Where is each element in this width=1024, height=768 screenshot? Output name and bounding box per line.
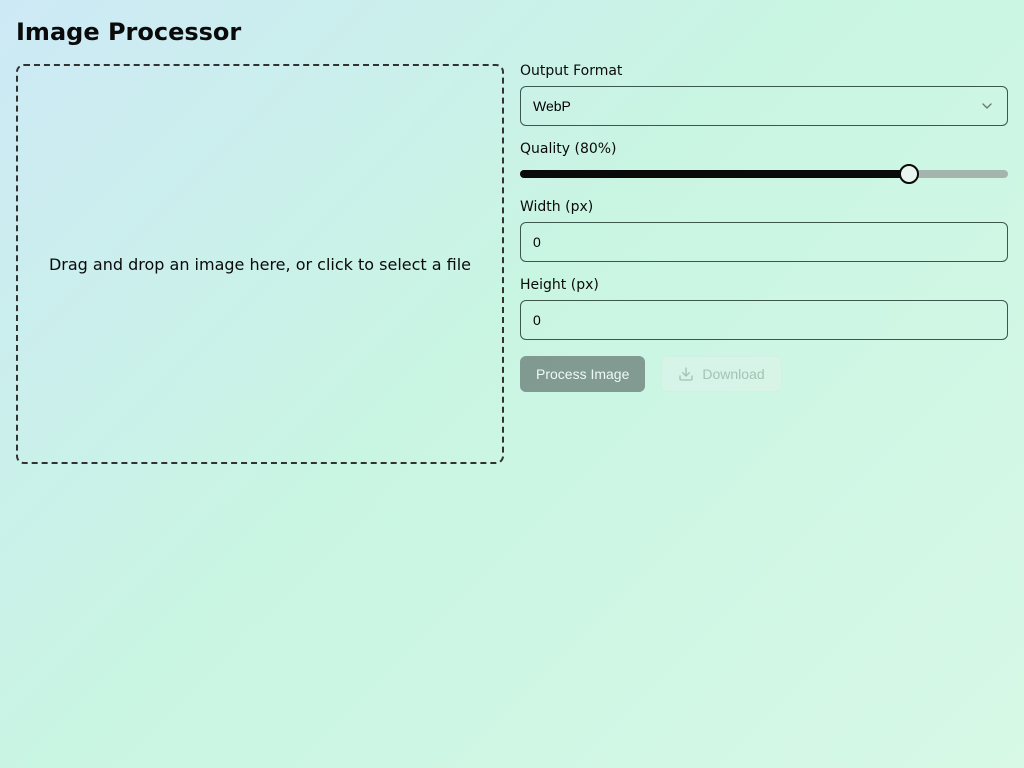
width-label: Width (px) xyxy=(520,200,1008,214)
process-button[interactable]: Process Image xyxy=(520,356,645,392)
slider-track xyxy=(520,170,1008,178)
chevron-down-icon xyxy=(979,98,995,114)
download-button-label: Download xyxy=(702,366,764,382)
format-field: Output Format WebP xyxy=(520,64,1008,126)
download-button[interactable]: Download xyxy=(661,356,781,392)
format-selected-value: WebP xyxy=(533,98,571,114)
height-input[interactable] xyxy=(520,300,1008,340)
slider-range xyxy=(520,170,909,178)
controls-panel: Output Format WebP Quality (80%) Width (… xyxy=(520,64,1008,464)
format-select[interactable]: WebP xyxy=(520,86,1008,126)
quality-slider[interactable] xyxy=(520,164,1008,184)
height-field: Height (px) xyxy=(520,278,1008,340)
width-field: Width (px) xyxy=(520,200,1008,262)
image-dropzone[interactable]: Drag and drop an image here, or click to… xyxy=(16,64,504,464)
slider-thumb[interactable] xyxy=(899,164,919,184)
process-button-label: Process Image xyxy=(536,366,629,382)
quality-field: Quality (80%) xyxy=(520,142,1008,184)
main-grid: Drag and drop an image here, or click to… xyxy=(16,64,1008,464)
button-row: Process Image Download xyxy=(520,356,1008,392)
height-label: Height (px) xyxy=(520,278,1008,292)
download-icon xyxy=(678,366,694,382)
format-label: Output Format xyxy=(520,64,1008,78)
page-title: Image Processor xyxy=(16,16,1008,48)
dropzone-prompt: Drag and drop an image here, or click to… xyxy=(49,255,471,274)
width-input[interactable] xyxy=(520,222,1008,262)
quality-label: Quality (80%) xyxy=(520,142,1008,156)
